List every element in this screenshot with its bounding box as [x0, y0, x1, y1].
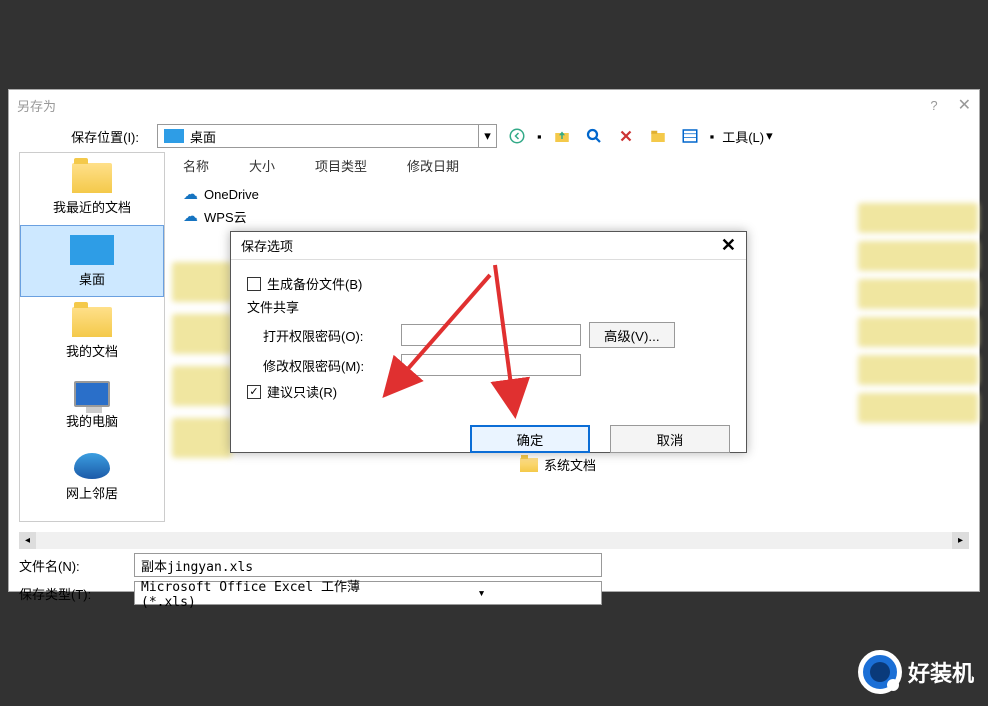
tools-dropdown[interactable]: 工具(L) ▾ — [722, 127, 772, 146]
save-options-dialog: 保存选项 ✕ 生成备份文件(B) 文件共享 打开权限密码(O): 高级(V)..… — [230, 231, 747, 453]
readonly-checkbox-row[interactable]: ✓ 建议只读(R) — [247, 382, 730, 401]
checkbox-unchecked[interactable] — [247, 277, 261, 291]
filetype-row: 保存类型(T): Microsoft Office Excel 工作薄(*.xl… — [19, 581, 969, 605]
dialog-buttons: 确定 取消 — [231, 415, 746, 453]
places-sidebar: 我最近的文档 桌面 我的文档 我的电脑 网上邻居 — [19, 152, 165, 522]
bottom-fields: ◂ ▸ 文件名(N): 保存类型(T): Microsoft Office Ex… — [9, 522, 979, 615]
blurred-content — [858, 195, 978, 431]
close-button[interactable]: ✕ — [958, 95, 971, 115]
computer-icon — [74, 381, 110, 407]
cloud-icon: ☁ — [183, 185, 198, 203]
modify-password-label: 修改权限密码(M): — [263, 356, 393, 375]
cancel-button[interactable]: 取消 — [610, 425, 730, 453]
scroll-right-arrow[interactable]: ▸ — [952, 532, 969, 549]
delete-icon[interactable] — [614, 124, 638, 148]
dialog-title: 另存为 — [17, 96, 930, 115]
blurred-content — [172, 250, 232, 470]
folder-icon — [520, 458, 538, 472]
sidebar-item-network[interactable]: 网上邻居 — [20, 441, 164, 513]
file-name: 系统文档 — [544, 455, 596, 474]
inner-dialog-title: 保存选项 — [241, 236, 721, 255]
inner-titlebar: 保存选项 ✕ — [231, 232, 746, 260]
sidebar-item-label: 我的文档 — [66, 341, 118, 360]
advanced-button[interactable]: 高级(V)... — [589, 322, 675, 348]
chevron-down-icon: ▾ — [368, 586, 595, 601]
horizontal-scrollbar[interactable]: ◂ ▸ — [19, 532, 969, 549]
header-date[interactable]: 修改日期 — [407, 156, 499, 175]
search-icon[interactable] — [582, 124, 606, 148]
open-password-input[interactable] — [401, 324, 581, 346]
desktop-icon — [164, 129, 184, 143]
separator: ▪ — [537, 129, 542, 144]
header-type[interactable]: 项目类型 — [315, 156, 407, 175]
sidebar-item-label: 网上邻居 — [66, 483, 118, 502]
ok-button[interactable]: 确定 — [470, 425, 590, 453]
sidebar-item-computer[interactable]: 我的电脑 — [20, 369, 164, 441]
folder-icon — [72, 163, 112, 193]
open-password-row: 打开权限密码(O): 高级(V)... — [263, 322, 730, 348]
sidebar-item-documents[interactable]: 我的文档 — [20, 297, 164, 369]
inner-body: 生成备份文件(B) 文件共享 打开权限密码(O): 高级(V)... 修改权限密… — [231, 260, 746, 415]
help-button[interactable]: ? — [930, 98, 937, 113]
filetype-value: Microsoft Office Excel 工作薄(*.xls) — [141, 576, 368, 610]
open-password-label: 打开权限密码(O): — [263, 326, 393, 345]
file-name: OneDrive — [204, 187, 259, 202]
modify-password-input[interactable] — [401, 354, 581, 376]
filename-label: 文件名(N): — [19, 556, 134, 575]
chevron-down-icon[interactable]: ▾ — [478, 125, 496, 147]
folder-icon — [72, 307, 112, 337]
sidebar-item-recent[interactable]: 我最近的文档 — [20, 153, 164, 225]
header-name[interactable]: 名称 — [183, 156, 249, 175]
inner-close-button[interactable]: ✕ — [721, 235, 736, 256]
backup-label: 生成备份文件(B) — [267, 274, 362, 293]
logo-icon — [858, 650, 902, 694]
watermark-text: 好装机 — [908, 656, 974, 688]
sidebar-item-label: 我的电脑 — [66, 411, 118, 430]
desktop-icon — [70, 235, 114, 265]
file-row-sysfolder[interactable]: 系统文档 — [520, 455, 596, 474]
location-text: 桌面 — [190, 127, 478, 146]
scroll-left-arrow[interactable]: ◂ — [19, 532, 36, 549]
modify-password-row: 修改权限密码(M): — [263, 354, 730, 376]
filename-input[interactable] — [134, 553, 602, 577]
new-folder-icon[interactable] — [646, 124, 670, 148]
separator: ▪ — [710, 129, 715, 144]
header-size[interactable]: 大小 — [249, 156, 315, 175]
cloud-icon: ☁ — [183, 207, 198, 225]
up-folder-icon[interactable] — [550, 124, 574, 148]
column-headers: 名称 大小 项目类型 修改日期 — [175, 152, 979, 183]
watermark-logo: 好装机 — [858, 650, 974, 694]
back-icon[interactable] — [505, 124, 529, 148]
file-name: WPS云 — [204, 207, 247, 226]
file-share-label: 文件共享 — [247, 297, 730, 316]
checkbox-checked[interactable]: ✓ — [247, 385, 261, 399]
filetype-label: 保存类型(T): — [19, 584, 134, 603]
location-dropdown[interactable]: 桌面 ▾ — [157, 124, 497, 148]
readonly-label: 建议只读(R) — [267, 382, 337, 401]
view-icon[interactable] — [678, 124, 702, 148]
save-location-label: 保存位置(I): — [19, 127, 149, 146]
backup-checkbox-row[interactable]: 生成备份文件(B) — [247, 274, 730, 293]
filename-row: 文件名(N): — [19, 553, 969, 577]
chevron-down-icon: ▾ — [766, 128, 773, 144]
sidebar-item-label: 我最近的文档 — [53, 197, 131, 216]
network-icon — [74, 453, 110, 479]
filetype-dropdown[interactable]: Microsoft Office Excel 工作薄(*.xls) ▾ — [134, 581, 602, 605]
titlebar: 另存为 ? ✕ — [9, 90, 979, 120]
toolbar: 保存位置(I): 桌面 ▾ ▪ ▪ 工具(L) ▾ — [9, 120, 979, 152]
sidebar-item-desktop[interactable]: 桌面 — [20, 225, 164, 297]
sidebar-item-label: 桌面 — [79, 269, 105, 288]
